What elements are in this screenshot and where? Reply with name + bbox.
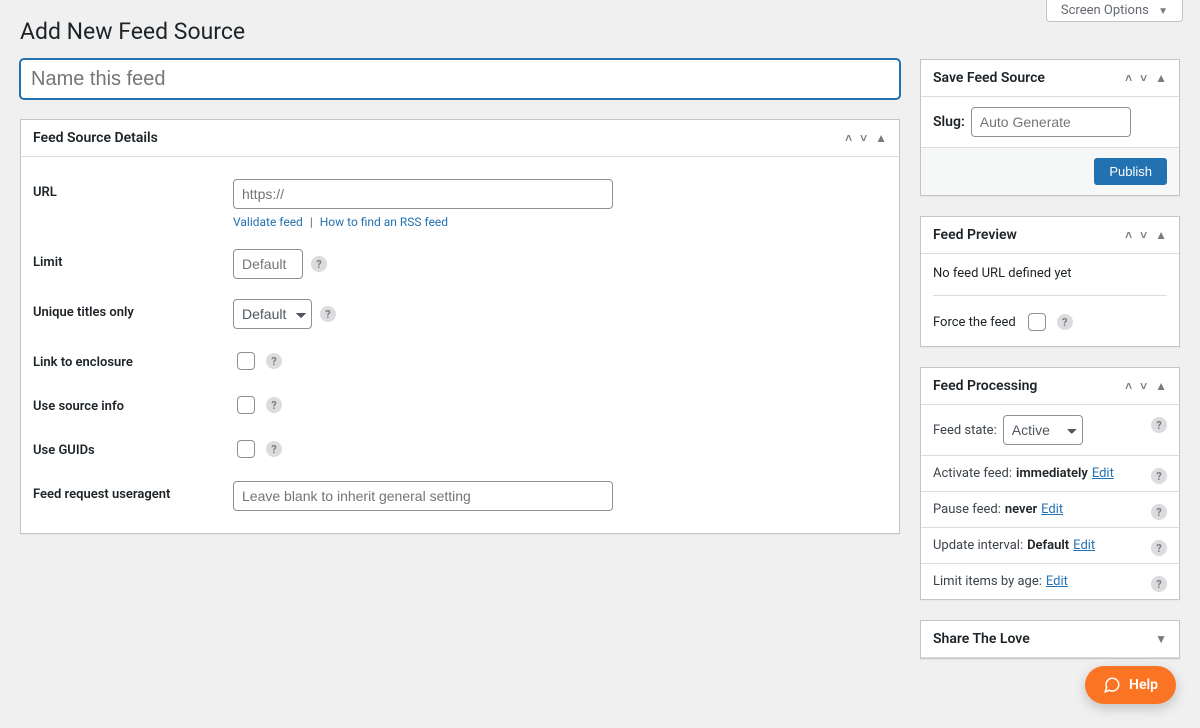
feed-title-input[interactable] — [20, 59, 900, 99]
url-label: URL — [33, 179, 213, 200]
unique-titles-select[interactable]: Default — [233, 299, 312, 329]
move-down-icon[interactable]: ˅ — [1140, 72, 1147, 84]
help-fab-button[interactable]: Help — [1085, 666, 1176, 704]
how-to-find-rss-link[interactable]: How to find an RSS feed — [320, 215, 448, 229]
help-icon[interactable]: ? — [1151, 576, 1167, 592]
help-icon[interactable]: ? — [1057, 314, 1073, 330]
chat-icon — [1103, 676, 1121, 694]
help-icon[interactable]: ? — [311, 256, 327, 272]
activate-feed-value: immediately — [1016, 466, 1088, 481]
activate-feed-edit-link[interactable]: Edit — [1092, 466, 1114, 481]
save-feed-source-panel: Save Feed Source ˄ ˅ ▲ Slug: Publish — [920, 59, 1180, 196]
move-up-icon[interactable]: ˄ — [1125, 72, 1132, 84]
slug-input[interactable] — [971, 107, 1131, 137]
use-source-info-checkbox[interactable] — [237, 396, 255, 414]
feed-state-label: Feed state: — [933, 423, 997, 438]
move-up-icon[interactable]: ˄ — [1125, 380, 1132, 392]
details-heading: Feed Source Details — [33, 130, 158, 146]
limit-age-edit-link[interactable]: Edit — [1046, 574, 1068, 589]
force-feed-label: Force the feed — [933, 315, 1016, 330]
force-feed-checkbox[interactable] — [1028, 313, 1046, 331]
share-heading: Share The Love — [933, 631, 1030, 647]
pause-feed-label: Pause feed: — [933, 502, 1001, 517]
processing-heading: Feed Processing — [933, 378, 1037, 394]
save-heading: Save Feed Source — [933, 70, 1045, 86]
help-fab-label: Help — [1129, 677, 1158, 693]
share-the-love-panel: Share The Love ▼ — [920, 620, 1180, 659]
no-feed-url-message: No feed URL defined yet — [933, 266, 1167, 296]
link-enclosure-checkbox[interactable] — [237, 352, 255, 370]
preview-heading: Feed Preview — [933, 227, 1017, 243]
help-icon[interactable]: ? — [266, 441, 282, 457]
pause-feed-value: never — [1005, 502, 1037, 517]
pause-feed-edit-link[interactable]: Edit — [1041, 502, 1063, 517]
panel-toggle-icon[interactable]: ▼ — [1155, 632, 1167, 646]
limit-age-label: Limit items by age: — [933, 574, 1042, 589]
help-icon[interactable]: ? — [320, 306, 336, 322]
useragent-input[interactable] — [233, 481, 613, 511]
help-icon[interactable]: ? — [266, 397, 282, 413]
unique-titles-label: Unique titles only — [33, 299, 213, 320]
slug-label: Slug: — [933, 114, 965, 130]
panel-toggle-icon[interactable]: ▲ — [1155, 379, 1167, 393]
screen-options-toggle[interactable]: Screen Options ▼ — [1046, 0, 1183, 22]
feed-state-select[interactable]: Active — [1003, 415, 1083, 445]
validate-feed-link[interactable]: Validate feed — [233, 215, 303, 229]
page-title: Add New Feed Source — [20, 18, 1180, 45]
move-up-icon[interactable]: ˄ — [845, 132, 852, 144]
panel-toggle-icon[interactable]: ▲ — [875, 131, 887, 145]
link-enclosure-label: Link to enclosure — [33, 349, 213, 370]
update-interval-edit-link[interactable]: Edit — [1073, 538, 1095, 553]
use-guids-label: Use GUIDs — [33, 437, 213, 458]
feed-source-details-panel: Feed Source Details ˄ ˅ ▲ URL Validate f… — [20, 119, 900, 534]
help-icon[interactable]: ? — [1151, 504, 1167, 520]
feed-processing-panel: Feed Processing ˄ ˅ ▲ Feed state: Active… — [920, 367, 1180, 600]
limit-label: Limit — [33, 249, 213, 270]
feed-preview-panel: Feed Preview ˄ ˅ ▲ No feed URL defined y… — [920, 216, 1180, 347]
move-up-icon[interactable]: ˄ — [1125, 229, 1132, 241]
use-guids-checkbox[interactable] — [237, 440, 255, 458]
move-down-icon[interactable]: ˅ — [1140, 380, 1147, 392]
separator: | — [310, 215, 313, 229]
help-icon[interactable]: ? — [1151, 417, 1167, 433]
limit-input[interactable] — [233, 249, 303, 279]
url-input[interactable] — [233, 179, 613, 209]
useragent-label: Feed request useragent — [33, 481, 213, 502]
move-down-icon[interactable]: ˅ — [860, 132, 867, 144]
help-icon[interactable]: ? — [266, 353, 282, 369]
activate-feed-label: Activate feed: — [933, 466, 1012, 481]
move-down-icon[interactable]: ˅ — [1140, 229, 1147, 241]
panel-toggle-icon[interactable]: ▲ — [1155, 228, 1167, 242]
use-source-info-label: Use source info — [33, 393, 213, 414]
screen-options-label: Screen Options — [1061, 3, 1149, 18]
help-icon[interactable]: ? — [1151, 468, 1167, 484]
caret-down-icon: ▼ — [1158, 6, 1168, 17]
update-interval-value: Default — [1027, 538, 1069, 553]
publish-button[interactable]: Publish — [1094, 158, 1167, 185]
help-icon[interactable]: ? — [1151, 540, 1167, 556]
panel-toggle-icon[interactable]: ▲ — [1155, 71, 1167, 85]
update-interval-label: Update interval: — [933, 538, 1023, 553]
